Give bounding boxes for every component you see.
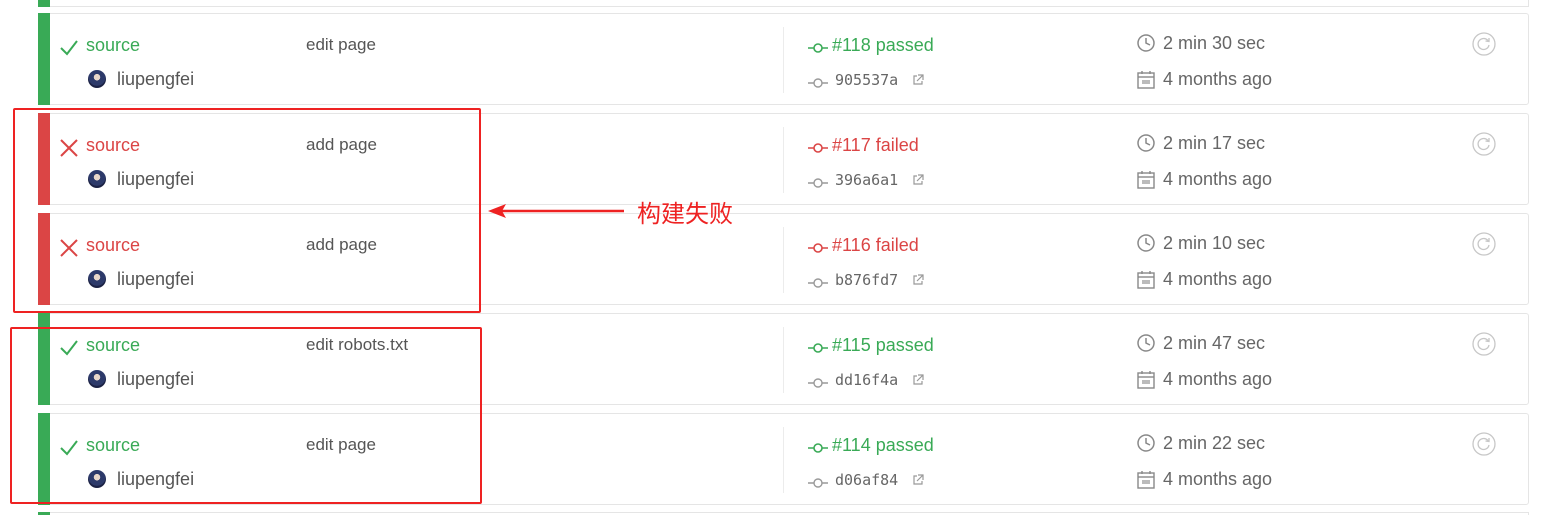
build-row[interactable]: source liupengfei edit page #118 passed …: [38, 13, 1529, 105]
commit-node-icon: [808, 178, 828, 188]
commit-node-icon: [808, 378, 828, 388]
build-finished: 4 months ago: [1163, 69, 1273, 89]
clock-icon: [1137, 234, 1155, 252]
build-finished: 4 months ago: [1163, 469, 1273, 489]
divider: [783, 327, 784, 393]
divider: [783, 427, 784, 493]
commit-sha-link[interactable]: b876fd7: [835, 271, 898, 289]
status-bar: [38, 0, 50, 7]
commit-node-icon: [808, 478, 828, 488]
build-history: source liupengfei edit page #118 passed …: [0, 0, 1545, 515]
build-finished: 4 months ago: [1163, 169, 1273, 189]
commit-node-icon: [808, 43, 828, 53]
calendar-icon: [1137, 471, 1155, 489]
status-bar: [38, 13, 50, 105]
commit-sha-link[interactable]: dd16f4a: [835, 371, 898, 389]
build-duration: 2 min 30 sec: [1163, 33, 1266, 53]
build-number-link[interactable]: #114 passed: [832, 435, 934, 456]
clock-icon: [1137, 334, 1155, 352]
commit-node-icon: [808, 243, 828, 253]
restart-icon[interactable]: [1472, 32, 1496, 56]
commit-node-icon: [808, 143, 828, 153]
external-link-icon[interactable]: [912, 274, 924, 286]
restart-icon[interactable]: [1472, 432, 1496, 456]
build-finished: 4 months ago: [1163, 269, 1273, 289]
build-number-link[interactable]: #115 passed: [832, 335, 934, 356]
build-number-link[interactable]: #117 failed: [832, 135, 919, 156]
build-row-partial-top: [38, 0, 1529, 7]
commit-message: edit page: [306, 35, 376, 54]
annotation-box-passed: [10, 327, 482, 504]
restart-icon[interactable]: [1472, 232, 1496, 256]
build-duration: 2 min 17 sec: [1163, 133, 1266, 153]
build-finished: 4 months ago: [1163, 369, 1273, 389]
clock-icon: [1137, 34, 1155, 52]
calendar-icon: [1137, 271, 1155, 289]
author-name: liupengfei: [117, 69, 195, 89]
external-link-icon[interactable]: [912, 74, 924, 86]
avatar: [88, 70, 106, 88]
annotation-box-failed: [13, 108, 481, 313]
commit-sha-link[interactable]: 905537a: [835, 71, 898, 89]
divider: [783, 27, 784, 93]
clock-icon: [1137, 434, 1155, 452]
calendar-icon: [1137, 371, 1155, 389]
divider: [783, 127, 784, 193]
build-duration: 2 min 47 sec: [1163, 333, 1266, 353]
commit-sha-link[interactable]: d06af84: [835, 471, 898, 489]
commit-node-icon: [808, 343, 828, 353]
commit-sha-link[interactable]: 396a6a1: [835, 171, 898, 189]
build-number-link[interactable]: #116 failed: [832, 235, 919, 256]
restart-icon[interactable]: [1472, 332, 1496, 356]
build-duration: 2 min 10 sec: [1163, 233, 1266, 253]
commit-node-icon: [808, 78, 828, 88]
annotation-arrow: [488, 204, 624, 218]
check-icon: [60, 40, 78, 56]
external-link-icon[interactable]: [912, 374, 924, 386]
external-link-icon[interactable]: [912, 174, 924, 186]
build-duration: 2 min 22 sec: [1163, 433, 1266, 453]
external-link-icon[interactable]: [912, 474, 924, 486]
commit-node-icon: [808, 443, 828, 453]
restart-icon[interactable]: [1472, 132, 1496, 156]
divider: [783, 227, 784, 293]
commit-node-icon: [808, 278, 828, 288]
calendar-icon: [1137, 171, 1155, 189]
branch-link[interactable]: source: [86, 35, 140, 56]
clock-icon: [1137, 134, 1155, 152]
calendar-icon: [1137, 71, 1155, 89]
build-number-link[interactable]: #118 passed: [832, 35, 934, 56]
annotation-label: 构建失败: [637, 200, 733, 228]
